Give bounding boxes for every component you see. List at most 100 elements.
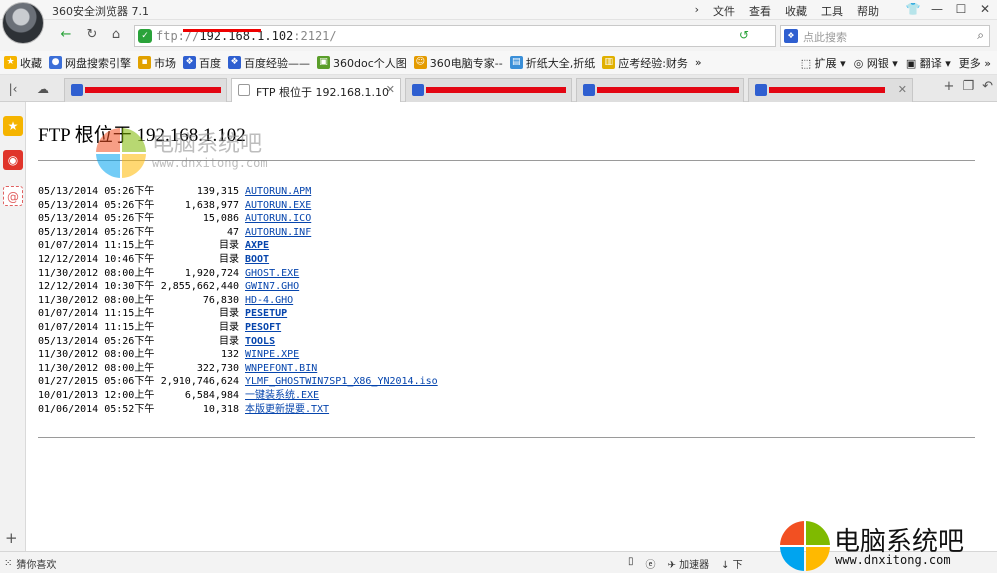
shield-icon: ✓ bbox=[138, 29, 152, 43]
directory-link[interactable]: BOOT bbox=[245, 253, 269, 267]
file-link[interactable]: AUTORUN.APM bbox=[245, 185, 311, 199]
menu-tools[interactable]: 工具 bbox=[821, 3, 843, 19]
home-icon[interactable]: ⌂ bbox=[104, 25, 128, 45]
restore-tabs-icon[interactable]: ❐ bbox=[962, 79, 974, 94]
tab-4[interactable] bbox=[576, 78, 744, 102]
star-icon[interactable]: ★ bbox=[3, 116, 23, 136]
tab-ftp-active[interactable]: FTP 根位于 192.168.1.10 ✕ bbox=[231, 78, 401, 103]
file-link[interactable]: GHOST.EXE bbox=[245, 267, 299, 281]
entry-date: 12/12/2014 10:46下午 bbox=[38, 253, 155, 265]
entry-date: 11/30/2012 08:00上午 bbox=[38, 267, 155, 279]
menu-favorites[interactable]: 收藏 bbox=[785, 3, 807, 19]
menu-view[interactable]: 查看 bbox=[749, 3, 771, 19]
avatar[interactable] bbox=[2, 2, 44, 44]
more-button[interactable]: 更多 » bbox=[959, 55, 991, 71]
file-link[interactable]: WINPE.XPE bbox=[245, 348, 299, 362]
toolbar-right: ⬚ 扩展 ▾ ◎ 网银 ▾ ▣ 翻译 ▾ 更多 » bbox=[801, 55, 991, 71]
compat-mode-icon[interactable]: ↺ bbox=[739, 28, 749, 42]
entry-date: 01/07/2014 11:15上午 bbox=[38, 321, 155, 333]
search-box[interactable]: ❖ 点此搜索 ⌕ bbox=[780, 25, 990, 47]
directory-link[interactable]: TOOLS bbox=[245, 335, 275, 349]
baidu-paw-icon: ❖ bbox=[784, 29, 798, 43]
file-link[interactable]: 一键装系统.EXE bbox=[245, 389, 319, 403]
search-icon[interactable]: ⌕ bbox=[977, 28, 984, 43]
menu-file[interactable]: 文件 bbox=[713, 3, 735, 19]
maximize-button[interactable]: ☐ bbox=[949, 0, 973, 20]
close-tab-icon[interactable]: ✕ bbox=[386, 83, 395, 96]
menu-bar: › 文件 查看 收藏 工具 帮助 bbox=[695, 3, 879, 19]
ie-icon[interactable]: ⓔ bbox=[646, 556, 656, 571]
entry-date: 05/13/2014 05:26下午 bbox=[38, 335, 155, 347]
translate-button[interactable]: ▣ 翻译 ▾ bbox=[906, 55, 951, 71]
folder-icon: ▪ bbox=[138, 56, 151, 69]
download-button[interactable]: ↓ 下 bbox=[721, 556, 743, 571]
bookmarks-bar: ★ 收藏 ● 网盘搜索引擎 ▪ 市场 ❖ 百度 ❖ 百度经验—— ▣ 360doc个人图 ☺… bbox=[0, 51, 997, 75]
file-link[interactable]: WNPEFONT.BIN bbox=[245, 362, 317, 376]
tab-5[interactable]: ✕ bbox=[748, 78, 913, 102]
bookmark-7[interactable]: ▤ 折纸大全,折纸 bbox=[509, 55, 595, 71]
directory-link[interactable]: PESETUP bbox=[245, 307, 287, 321]
address-row: ← ↻ ⌂ ✓ ftp://192.168.1.102:2121/ ↺ ∨ ❖ … bbox=[0, 20, 997, 51]
file-link[interactable]: YLMF_GHOSTWIN7SP1_X86_YN2014.iso bbox=[245, 375, 438, 389]
file-link[interactable]: GWIN7.GHO bbox=[245, 280, 299, 294]
ebank-button[interactable]: ◎ 网银 ▾ bbox=[854, 55, 898, 71]
tab-1[interactable] bbox=[64, 78, 227, 102]
title-bar: 360安全浏览器 7.1 › 文件 查看 收藏 工具 帮助 👕 — ☐ ✕ bbox=[0, 0, 997, 20]
bookmark-6[interactable]: ☺ 360电脑专家-- bbox=[413, 55, 503, 71]
file-link[interactable]: HD-4.GHO bbox=[245, 294, 293, 308]
baidu-paw-icon: ❖ bbox=[183, 56, 196, 69]
entry-dir-label: 目录 bbox=[219, 321, 239, 333]
entry-size: 322,730 bbox=[196, 362, 239, 374]
entry-size: 76,830 bbox=[202, 294, 239, 306]
new-tab-icon[interactable]: + bbox=[944, 79, 955, 94]
menu-help[interactable]: 帮助 bbox=[857, 3, 879, 19]
more-bookmarks-icon[interactable]: » bbox=[695, 56, 702, 69]
table-row: 05/13/2014 05:26下午 47 AUTORUN.INF bbox=[38, 226, 438, 240]
undo-close-icon[interactable]: ↶ bbox=[982, 79, 993, 94]
redaction-bar bbox=[426, 87, 566, 93]
entry-size: 47 bbox=[226, 226, 239, 238]
address-bar[interactable]: ✓ ftp://192.168.1.102:2121/ ↺ ∨ bbox=[134, 25, 799, 47]
extensions-button[interactable]: ⬚ 扩展 ▾ bbox=[801, 55, 846, 71]
sidebar: ★ ◉ @ + bbox=[0, 102, 26, 551]
shirt-icon[interactable]: 👕 bbox=[901, 0, 925, 20]
redaction-bar bbox=[597, 87, 739, 93]
entry-size: 1,638,977 bbox=[184, 199, 239, 211]
status-left[interactable]: ⁙ 猜你喜欢 bbox=[4, 556, 56, 571]
bookmark-5[interactable]: ▣ 360doc个人图 bbox=[317, 55, 407, 71]
tab-3[interactable] bbox=[405, 78, 572, 102]
phone-icon[interactable]: ▯ bbox=[628, 556, 634, 571]
table-row: 11/30/2012 08:00上午 132 WINPE.XPE bbox=[38, 348, 438, 362]
accelerator-button[interactable]: ✈ 加速器 bbox=[668, 556, 710, 571]
bookmark-favorites[interactable]: ★ 收藏 bbox=[4, 55, 42, 71]
bookmark-1[interactable]: ● 网盘搜索引擎 bbox=[49, 55, 131, 71]
close-tab-icon[interactable]: ✕ bbox=[898, 83, 907, 96]
status-right: ▯ ⓔ ✈ 加速器 ↓ 下 bbox=[628, 556, 743, 571]
file-link[interactable]: AUTORUN.ICO bbox=[245, 212, 311, 226]
file-link[interactable]: AUTORUN.EXE bbox=[245, 199, 311, 213]
bookmark-3[interactable]: ❖ 百度 bbox=[183, 55, 221, 71]
minimize-button[interactable]: — bbox=[925, 0, 949, 20]
reload-icon[interactable]: ↻ bbox=[80, 25, 104, 45]
mail-icon[interactable]: @ bbox=[3, 186, 23, 206]
directory-link[interactable]: AXPE bbox=[245, 239, 269, 253]
file-link[interactable]: 本版更新提要.TXT bbox=[245, 403, 329, 417]
person-icon: ☺ bbox=[413, 56, 427, 69]
weibo-icon[interactable]: ◉ bbox=[3, 150, 23, 170]
tab-scroll-left-icon[interactable]: |‹ bbox=[3, 79, 23, 99]
back-arrow-icon[interactable]: ← bbox=[54, 25, 78, 45]
table-row: 01/27/2015 05:06下午 2,910,746,624 YLMF_GHOS… bbox=[38, 375, 438, 389]
entry-date: 11/30/2012 08:00上午 bbox=[38, 294, 155, 306]
table-row: 10/01/2013 12:00上午 6,584,984 一键装系统.EXE bbox=[38, 389, 438, 403]
bookmark-2[interactable]: ▪ 市场 bbox=[138, 55, 176, 71]
directory-link[interactable]: PESOFT bbox=[245, 321, 281, 335]
bookmark-4[interactable]: ❖ 百度经验—— bbox=[228, 55, 310, 71]
close-button[interactable]: ✕ bbox=[973, 0, 997, 20]
file-listing: 05/13/2014 05:26下午 139,315 AUTORUN.APM 05/1… bbox=[38, 185, 438, 416]
bookmark-8[interactable]: ▥ 应考经验:财务 bbox=[602, 55, 688, 71]
file-link[interactable]: AUTORUN.INF bbox=[245, 226, 311, 240]
cloud-icon[interactable]: ☁ bbox=[33, 79, 53, 99]
add-sidebar-icon[interactable]: + bbox=[5, 529, 18, 547]
entry-date: 01/07/2014 11:15上午 bbox=[38, 240, 155, 252]
status-recommend: 猜你喜欢 bbox=[16, 560, 57, 571]
